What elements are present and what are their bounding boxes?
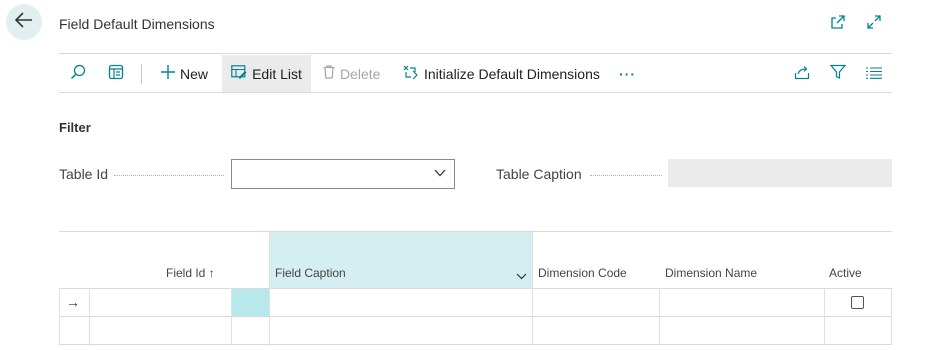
delete-label: Delete: [340, 65, 381, 82]
table-id-select[interactable]: [231, 159, 455, 189]
field-id-cell[interactable]: [94, 294, 228, 312]
table-id-label: Table Id: [59, 166, 109, 182]
column-menu-button[interactable]: [516, 267, 527, 285]
dimension-code-cell[interactable]: [537, 294, 655, 312]
new-button-label: New: [180, 65, 209, 82]
toolbar-separator: [141, 64, 142, 84]
table-caption-field: [668, 159, 892, 187]
filter-icon: [829, 64, 847, 83]
action-bar: New Edit List Delete Initialize Default …: [59, 55, 892, 92]
more-options-label: ···: [619, 65, 636, 82]
grid-col-border: [824, 288, 825, 345]
column-header-dimension-name[interactable]: Dimension Name: [665, 266, 757, 280]
grid-col-border: [231, 288, 232, 345]
dimension-code-cell[interactable]: [537, 322, 655, 340]
grid-bottom-border: [59, 344, 892, 345]
field-caption-cell[interactable]: [274, 322, 529, 340]
initialize-default-dimensions-button[interactable]: Initialize Default Dimensions: [403, 55, 600, 92]
table-id-leader-dots: [114, 174, 224, 176]
grid-col-border: [532, 232, 533, 345]
open-in-new-window-button[interactable]: [828, 14, 848, 34]
details-pane-icon: [108, 64, 124, 83]
grid-col-border: [59, 288, 60, 345]
grid-col-border: [891, 288, 892, 345]
new-button[interactable]: New: [161, 55, 208, 92]
edit-list-icon: [231, 65, 247, 82]
arrow-left-icon: [14, 11, 33, 33]
show-details-button[interactable]: [105, 55, 127, 92]
chevron-down-icon: [434, 169, 446, 177]
column-header-field-id[interactable]: Field Id ↑: [166, 266, 215, 280]
open-new-window-icon: [830, 14, 846, 35]
grid-header-border: [59, 288, 892, 289]
toolbar-bottom-divider: [59, 92, 892, 93]
field-caption-cell[interactable]: [274, 294, 529, 312]
grid-col-border: [89, 288, 90, 345]
toolbar-top-divider: [59, 53, 892, 54]
dimension-name-cell[interactable]: [664, 294, 820, 312]
table-caption-leader-dots: [590, 174, 662, 176]
expand-icon: [866, 14, 882, 35]
column-header-dimension-code[interactable]: Dimension Code: [538, 266, 627, 280]
list-view-button[interactable]: [863, 55, 885, 92]
column-header-field-caption[interactable]: Field Caption: [275, 266, 346, 280]
active-checkbox[interactable]: [851, 296, 864, 309]
page-title: Field Default Dimensions: [59, 16, 215, 32]
plus-icon: [161, 65, 175, 82]
grid-col-border: [659, 288, 660, 345]
dimensions-icon: [403, 64, 419, 83]
share-button[interactable]: [791, 55, 813, 92]
dimension-name-cell[interactable]: [664, 322, 820, 340]
table-caption-label: Table Caption: [496, 166, 582, 182]
grid-col-border: [269, 232, 270, 345]
trash-icon: [323, 65, 335, 82]
field-id-header-label: Field Id: [166, 266, 206, 280]
initialize-label: Initialize Default Dimensions: [424, 65, 600, 82]
more-options-button[interactable]: ···: [619, 55, 636, 92]
filter-button[interactable]: [827, 55, 849, 92]
share-icon: [794, 65, 810, 83]
selected-cell-highlight: [232, 289, 270, 316]
chevron-down-icon: [516, 273, 527, 280]
search-button[interactable]: [67, 55, 89, 92]
column-header-active[interactable]: Active: [829, 266, 862, 280]
filter-section-title: Filter: [59, 120, 91, 135]
list-icon: [866, 66, 882, 82]
grid-row-border: [59, 316, 892, 317]
field-id-cell[interactable]: [94, 322, 228, 340]
sort-ascending-icon: ↑: [208, 266, 215, 280]
edit-list-button[interactable]: Edit List: [222, 55, 311, 92]
back-button[interactable]: [6, 4, 42, 40]
edit-list-label: Edit List: [252, 65, 302, 82]
row-indicator-arrow-icon: →: [66, 294, 80, 310]
delete-button[interactable]: Delete: [323, 55, 380, 92]
expand-button[interactable]: [864, 14, 884, 34]
search-icon: [70, 64, 86, 83]
